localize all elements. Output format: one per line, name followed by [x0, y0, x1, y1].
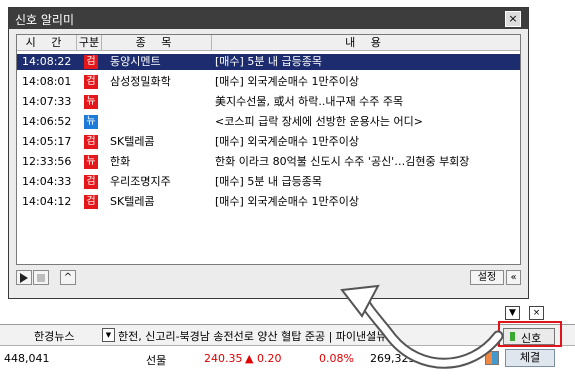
row-item: 삼성정밀화학 — [110, 75, 171, 88]
row-type-badge: 검 — [84, 55, 98, 69]
row-content: [매수] 외국계순매수 1만주이상 — [215, 135, 360, 148]
contract-button[interactable]: 체결 — [505, 349, 555, 367]
header-item[interactable]: 종 목 — [102, 35, 212, 51]
quote-price: 240.35 — [204, 352, 243, 365]
list-row[interactable]: 14:08:22 검 동양시멘트 [매수] 5분 내 급등종목 — [17, 54, 520, 70]
row-type-badge: 검 — [84, 175, 98, 189]
quote-volume: 448,041 — [4, 352, 50, 365]
row-type-badge: 검 — [84, 75, 98, 89]
row-item: SK텔레콤 — [110, 135, 155, 148]
highlight-box — [498, 321, 562, 347]
stop-button[interactable] — [33, 270, 49, 285]
settings-button[interactable]: 설정 — [470, 270, 504, 285]
window-toolbar: ^ 설정 « — [16, 270, 521, 288]
play-icon — [20, 273, 28, 283]
scroll-up-button[interactable]: ^ — [60, 270, 76, 285]
close-button[interactable]: × — [505, 11, 521, 27]
quote-change: ▲ 0.20 — [245, 352, 282, 365]
header-content[interactable]: 내 용 — [212, 35, 520, 51]
list-row[interactable]: 14:06:52 뉴 <코스피 급락 장세에 선방한 운용사는 어디> — [17, 114, 520, 130]
row-type-badge: 뉴 — [84, 95, 98, 109]
window-title: 신호 알리미 — [15, 13, 75, 27]
row-item: 우리조명지주 — [110, 175, 171, 188]
row-item: 동양시멘트 — [110, 55, 161, 68]
row-content: [매수] 외국계순매수 1만주이상 — [215, 75, 360, 88]
row-type-badge: 뉴 — [84, 115, 98, 129]
row-item: 한화 — [110, 155, 131, 168]
minimize-button[interactable]: ▼ — [505, 306, 520, 320]
row-type-badge: 검 — [84, 135, 98, 149]
row-time: 14:07:33 — [22, 95, 72, 108]
list-row[interactable]: 14:07:33 뉴 美지수선물, 或서 하락..내구재 수주 주목 — [17, 94, 520, 110]
dock-close-button[interactable]: × — [529, 306, 544, 320]
stop-icon — [37, 274, 45, 282]
quote-volume-2: 269,325 — [370, 352, 416, 365]
row-time: 14:05:17 — [22, 135, 72, 148]
collapse-button[interactable]: « — [506, 270, 521, 285]
row-content: [매수] 5분 내 급등종목 — [215, 175, 323, 188]
signal-list[interactable]: 시 간 구분 종 목 내 용 14:08:22 검 동양시멘트 [매수] 5분 내 급… — [16, 34, 521, 265]
row-time: 14:06:52 — [22, 115, 72, 128]
ticker-dropdown-button[interactable]: ▼ — [102, 328, 115, 342]
row-time: 14:08:22 — [22, 55, 72, 68]
row-time: 14:04:33 — [22, 175, 72, 188]
header-type[interactable]: 구분 — [77, 35, 102, 51]
news-ticker: 한경뉴스 ▼ 한전, 신고리-북경남 송전선로 양산 혈탑 준공 | 파이낸셜뉴… — [0, 324, 575, 346]
row-time: 14:08:01 — [22, 75, 72, 88]
row-content: 한화 이라크 80억불 신도시 수주 '공신'…김현중 부회장 — [215, 155, 470, 168]
header-time[interactable]: 시 간 — [17, 35, 77, 51]
play-button[interactable] — [16, 270, 32, 285]
row-content: [매수] 외국계순매수 1만주이상 — [215, 195, 360, 208]
grid-icon[interactable] — [485, 351, 499, 365]
row-content: <코스피 급락 장세에 선방한 운용사는 어디> — [215, 115, 423, 128]
list-row[interactable]: 14:04:12 검 SK텔레콤 [매수] 외국계순매수 1만주이상 — [17, 194, 520, 210]
list-row[interactable]: 14:04:33 검 우리조명지주 [매수] 5분 내 급등종목 — [17, 174, 520, 190]
row-type-badge: 검 — [84, 195, 98, 209]
ticker-headline[interactable]: 한전, 신고리-북경남 송전선로 양산 혈탑 준공 | 파이낸셜뉴스 — [118, 328, 493, 344]
row-item: SK텔레콤 — [110, 195, 155, 208]
quote-rate: 0.08% — [319, 352, 354, 365]
signal-alarm-window: 신호 알리미 × 시 간 구분 종 목 내 용 14:08:22 검 동양시멘트 [매… — [8, 7, 529, 299]
row-type-badge: 뉴 — [84, 155, 98, 169]
list-row[interactable]: 12:33:56 뉴 한화 한화 이라크 80억불 신도시 수주 '공신'…김현중 부… — [17, 154, 520, 170]
list-row[interactable]: 14:05:17 검 SK텔레콤 [매수] 외국계순매수 1만주이상 — [17, 134, 520, 150]
quote-name: 선물 — [146, 354, 167, 367]
window-titlebar[interactable]: 신호 알리미 × — [9, 8, 528, 29]
row-time: 12:33:56 — [22, 155, 72, 168]
row-time: 14:04:12 — [22, 195, 72, 208]
ticker-source: 한경뉴스 — [34, 330, 75, 343]
row-content: [매수] 5분 내 급등종목 — [215, 55, 323, 68]
list-header: 시 간 구분 종 목 내 용 — [17, 35, 520, 51]
list-row[interactable]: 14:08:01 검 삼성정밀화학 [매수] 외국계순매수 1만주이상 — [17, 74, 520, 90]
row-content: 美지수선물, 或서 하락..내구재 수주 주목 — [215, 95, 404, 108]
